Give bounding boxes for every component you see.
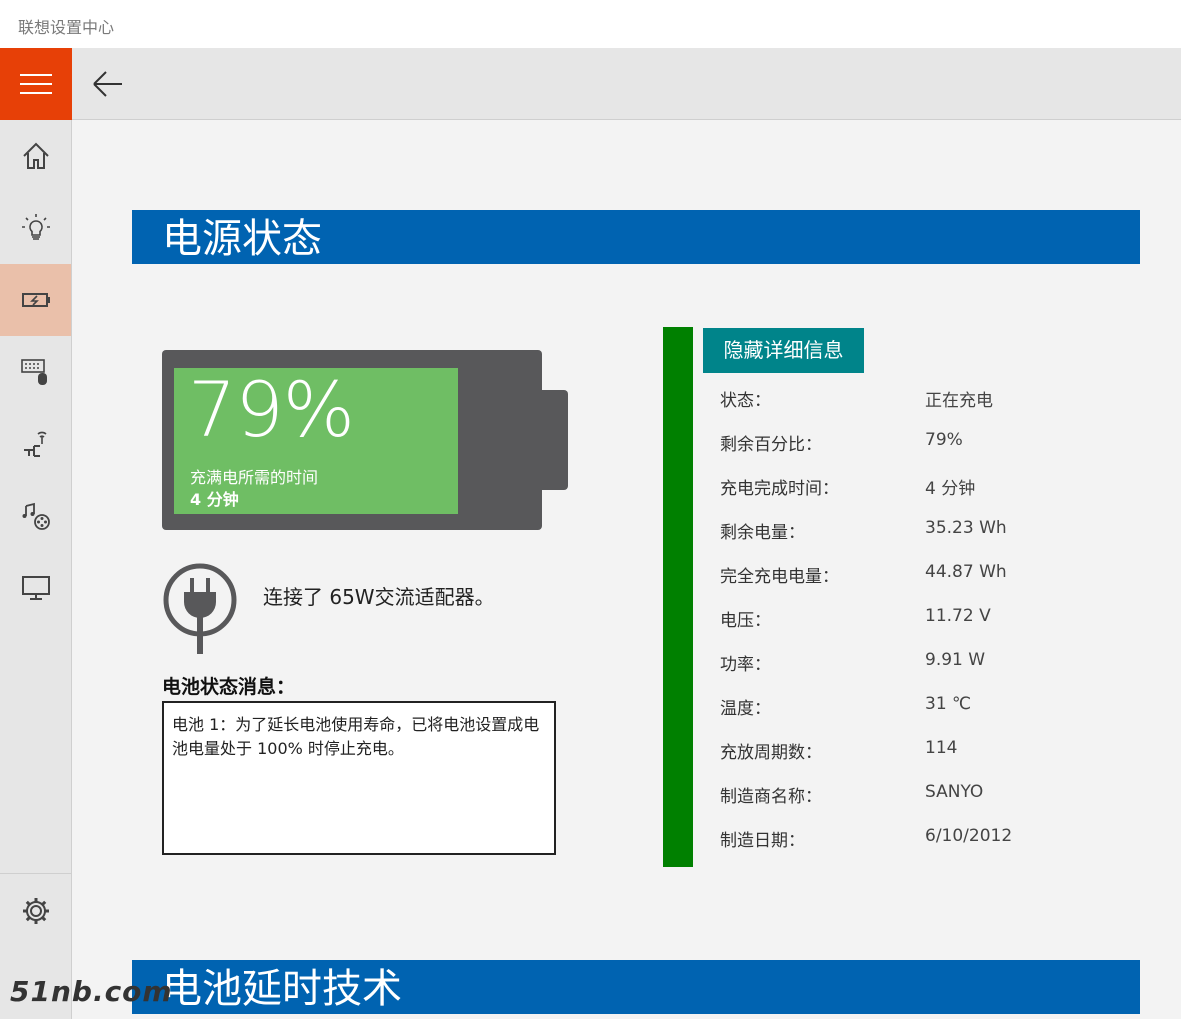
- detail-row-voltage: 电压： 11.72 V: [720, 606, 1140, 636]
- sidebar: [0, 120, 72, 1019]
- title-bar: 联想设置中心: [0, 0, 1181, 48]
- nav-settings[interactable]: [0, 875, 71, 947]
- detail-row-cycle-count: 充放周期数： 114: [720, 738, 1140, 768]
- detail-label: 功率：: [720, 655, 771, 675]
- detail-label: 剩余电量：: [720, 523, 805, 543]
- home-icon: [22, 142, 49, 169]
- nav-display[interactable]: [0, 552, 71, 624]
- nav-audio-video[interactable]: [0, 480, 71, 552]
- detail-label: 完全充电电量：: [720, 567, 839, 587]
- nav-home[interactable]: [0, 120, 71, 192]
- status-indicator-bar: [663, 327, 693, 867]
- detail-value: 79%: [925, 430, 963, 450]
- detail-value: 正在充电: [925, 391, 993, 411]
- battery-message-box: 电池 1：为了延长电池使用寿命，已将电池设置成电池电量处于 100% 时停止充电…: [162, 701, 556, 855]
- detail-value: 9.91 W: [925, 650, 986, 670]
- lightbulb-icon: [21, 214, 50, 240]
- display-icon: [21, 576, 50, 600]
- battery-terminal: [540, 390, 568, 490]
- window-title: 联想设置中心: [18, 18, 115, 37]
- network-icon: [23, 431, 47, 457]
- sidebar-divider: [0, 873, 71, 874]
- detail-row-temperature: 温度： 31 ℃: [720, 694, 1140, 724]
- detail-label: 制造商名称：: [720, 787, 822, 807]
- detail-row-power: 功率： 9.91 W: [720, 650, 1140, 680]
- detail-row-charge-complete-time: 充电完成时间： 4 分钟: [720, 474, 1140, 504]
- detail-row-manufacture-date: 制造日期： 6/10/2012: [720, 826, 1140, 856]
- detail-label: 状态：: [720, 391, 771, 411]
- battery-extension-header: 电池延时技术: [132, 960, 1140, 1014]
- ac-plug-icon: [163, 563, 237, 654]
- gear-icon: [22, 898, 49, 924]
- detail-label: 温度：: [720, 699, 771, 719]
- detail-value: 35.23 Wh: [925, 518, 1007, 538]
- detail-row-manufacturer: 制造商名称： SANYO: [720, 782, 1140, 812]
- top-bar: [0, 48, 1181, 120]
- keyboard-mouse-icon: [20, 359, 47, 385]
- watermark: 51nb.com: [10, 975, 173, 1008]
- detail-value: 31 ℃: [925, 694, 972, 714]
- battery-percent: 79%: [188, 365, 355, 454]
- detail-label: 制造日期：: [720, 831, 805, 851]
- nav-input-devices[interactable]: [0, 336, 71, 408]
- back-arrow-icon[interactable]: [90, 66, 126, 102]
- power-status-header: 电源状态: [132, 210, 1140, 264]
- detail-label: 剩余百分比：: [720, 435, 822, 455]
- nav-lighting[interactable]: [0, 192, 71, 264]
- detail-value: SANYO: [925, 782, 984, 802]
- adapter-status-text: 连接了 65W交流适配器。: [263, 585, 495, 609]
- detail-row-full-capacity: 完全充电电量： 44.87 Wh: [720, 562, 1140, 592]
- detail-label: 充电完成时间：: [720, 479, 839, 499]
- detail-row-remaining-percent: 剩余百分比： 79%: [720, 430, 1140, 460]
- charge-time-label: 充满电所需的时间: [190, 468, 319, 487]
- hamburger-menu-icon[interactable]: [0, 48, 72, 120]
- detail-row-status: 状态： 正在充电: [720, 386, 1140, 416]
- detail-value: 6/10/2012: [925, 826, 1013, 846]
- battery-message-title: 电池状态消息：: [162, 676, 296, 698]
- detail-label: 电压：: [720, 611, 771, 631]
- battery-gauge: 79% 充满电所需的时间 4 分钟: [162, 350, 568, 530]
- detail-value: 114: [925, 738, 958, 758]
- detail-value: 4 分钟: [925, 479, 976, 499]
- detail-row-remaining-capacity: 剩余电量： 35.23 Wh: [720, 518, 1140, 548]
- detail-value: 44.87 Wh: [925, 562, 1007, 582]
- charge-time-value: 4 分钟: [190, 490, 239, 509]
- hide-details-button[interactable]: 隐藏详细信息: [703, 328, 864, 373]
- battery-icon: [21, 293, 50, 307]
- nav-network[interactable]: [0, 408, 71, 480]
- detail-label: 充放周期数：: [720, 743, 822, 763]
- detail-value: 11.72 V: [925, 606, 991, 626]
- nav-power[interactable]: [0, 264, 71, 336]
- audio-video-icon: [22, 502, 50, 530]
